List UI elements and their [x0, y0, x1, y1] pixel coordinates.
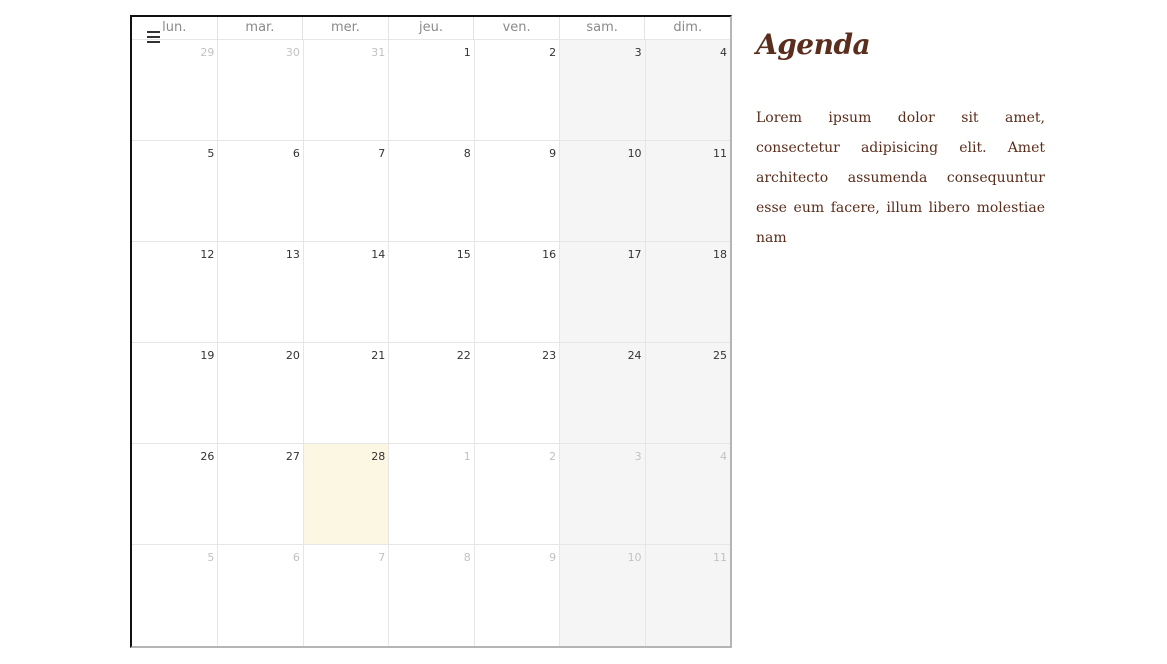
calendar-day-cell[interactable]: 7	[302, 544, 389, 646]
day-number: 9	[549, 551, 557, 564]
calendar-day-cell[interactable]: 28	[302, 443, 389, 544]
calendar-weekday-header: lun. mar. mer. jeu. ven. sam. dim.	[132, 17, 730, 39]
day-number: 2	[549, 46, 557, 59]
calendar-day-cell[interactable]: 8	[388, 140, 474, 241]
weekday-label: sam.	[558, 17, 645, 39]
day-number: 22	[456, 349, 471, 362]
calendar-day-cell[interactable]: 10	[559, 140, 645, 241]
day-number: 14	[371, 248, 386, 261]
calendar-day-cell[interactable]: 2	[473, 443, 560, 544]
day-number: 19	[200, 349, 215, 362]
calendar-day-cell[interactable]: 30	[217, 39, 303, 140]
calendar-day-cell[interactable]: 13	[217, 241, 303, 342]
calendar-grid: 29 30 31 1 2 3 4 5 6 7 8 9 10 11 12 13 14 15 16 17 18 19 20 21 2…	[132, 39, 730, 646]
day-number: 23	[542, 349, 557, 362]
day-number: 29	[200, 46, 215, 59]
day-number: 6	[292, 551, 300, 564]
day-number: 27	[285, 450, 300, 463]
day-number: 20	[285, 349, 300, 362]
day-number: 5	[207, 551, 215, 564]
day-number: 3	[634, 450, 642, 463]
calendar-day-cell[interactable]: 2	[473, 39, 560, 140]
day-number: 17	[627, 248, 642, 261]
calendar-day-cell[interactable]: 16	[473, 241, 560, 342]
calendar-day-cell[interactable]: 6	[217, 544, 303, 646]
day-number: 30	[285, 46, 300, 59]
day-number: 12	[200, 248, 215, 261]
day-number: 11	[713, 147, 727, 160]
calendar: lun. mar. mer. jeu. ven. sam. dim. 29 30 3…	[130, 15, 732, 648]
day-number: 4	[720, 450, 727, 463]
day-number: 24	[627, 349, 642, 362]
day-number: 11	[713, 551, 727, 564]
day-number: 16	[542, 248, 557, 261]
calendar-day-cell[interactable]: 3	[559, 39, 645, 140]
calendar-day-cell[interactable]: 25	[644, 342, 730, 443]
description-text: Lorem ipsum dolor sit amet, consectetur …	[756, 110, 1045, 246]
calendar-day-cell[interactable]: 6	[217, 140, 303, 241]
calendar-day-cell[interactable]: 15	[388, 241, 474, 342]
day-number: 7	[378, 147, 386, 160]
calendar-day-cell[interactable]: 19	[132, 342, 218, 443]
day-number: 7	[378, 551, 386, 564]
calendar-day-cell[interactable]: 5	[132, 544, 218, 646]
day-number: 1	[463, 46, 471, 59]
day-number: 25	[713, 349, 727, 362]
weekday-label: ven.	[473, 17, 559, 39]
calendar-day-cell[interactable]: 8	[388, 544, 474, 646]
sidebar: Agenda Lorem ipsum dolor sit amet, conse…	[756, 28, 1045, 253]
calendar-day-cell[interactable]: 29	[132, 39, 218, 140]
weekday-label: jeu.	[387, 17, 474, 39]
calendar-day-cell[interactable]: 9	[473, 140, 560, 241]
day-number: 10	[627, 147, 642, 160]
calendar-day-cell[interactable]: 11	[644, 544, 730, 646]
calendar-day-cell[interactable]: 22	[388, 342, 474, 443]
day-number: 28	[371, 450, 386, 463]
day-number: 8	[463, 147, 471, 160]
day-number: 13	[285, 248, 300, 261]
calendar-day-cell[interactable]: 24	[559, 342, 645, 443]
calendar-day-cell[interactable]: 14	[302, 241, 389, 342]
calendar-day-cell[interactable]: 4	[644, 39, 730, 140]
calendar-day-cell[interactable]: 1	[388, 443, 474, 544]
calendar-day-cell[interactable]: 26	[132, 443, 218, 544]
weekday-label: lun.	[162, 20, 187, 35]
weekday-label: mar.	[216, 17, 303, 39]
calendar-day-cell[interactable]: 5	[132, 140, 218, 241]
day-number: 5	[207, 147, 215, 160]
calendar-day-cell[interactable]: 31	[302, 39, 389, 140]
day-number: 10	[627, 551, 642, 564]
page-title: Agenda	[756, 28, 871, 61]
day-number: 6	[292, 147, 300, 160]
day-number: 9	[549, 147, 557, 160]
calendar-day-cell[interactable]: 10	[559, 544, 645, 646]
calendar-day-cell[interactable]: 21	[302, 342, 389, 443]
day-number: 31	[371, 46, 386, 59]
hamburger-menu-icon[interactable]	[147, 31, 161, 43]
day-number: 1	[463, 450, 471, 463]
day-number: 3	[634, 46, 642, 59]
calendar-day-cell[interactable]: 20	[217, 342, 303, 443]
calendar-day-cell[interactable]: 18	[644, 241, 730, 342]
calendar-day-cell[interactable]: 4	[644, 443, 730, 544]
calendar-day-cell[interactable]: 23	[473, 342, 560, 443]
calendar-day-cell[interactable]: 11	[644, 140, 730, 241]
day-number: 8	[463, 551, 471, 564]
day-number: 21	[371, 349, 386, 362]
calendar-day-cell[interactable]: 1	[388, 39, 474, 140]
weekday-label: mer.	[302, 17, 388, 39]
calendar-day-cell[interactable]: 27	[217, 443, 303, 544]
day-number: 26	[200, 450, 215, 463]
day-number: 2	[549, 450, 557, 463]
day-number: 4	[720, 46, 727, 59]
calendar-day-cell[interactable]: 17	[559, 241, 645, 342]
day-number: 18	[713, 248, 727, 261]
calendar-day-cell[interactable]: 3	[559, 443, 645, 544]
day-number: 15	[456, 248, 471, 261]
calendar-day-cell[interactable]: 7	[302, 140, 389, 241]
calendar-day-cell[interactable]: 9	[473, 544, 560, 646]
weekday-label: dim.	[644, 17, 730, 39]
calendar-day-cell[interactable]: 12	[132, 241, 218, 342]
